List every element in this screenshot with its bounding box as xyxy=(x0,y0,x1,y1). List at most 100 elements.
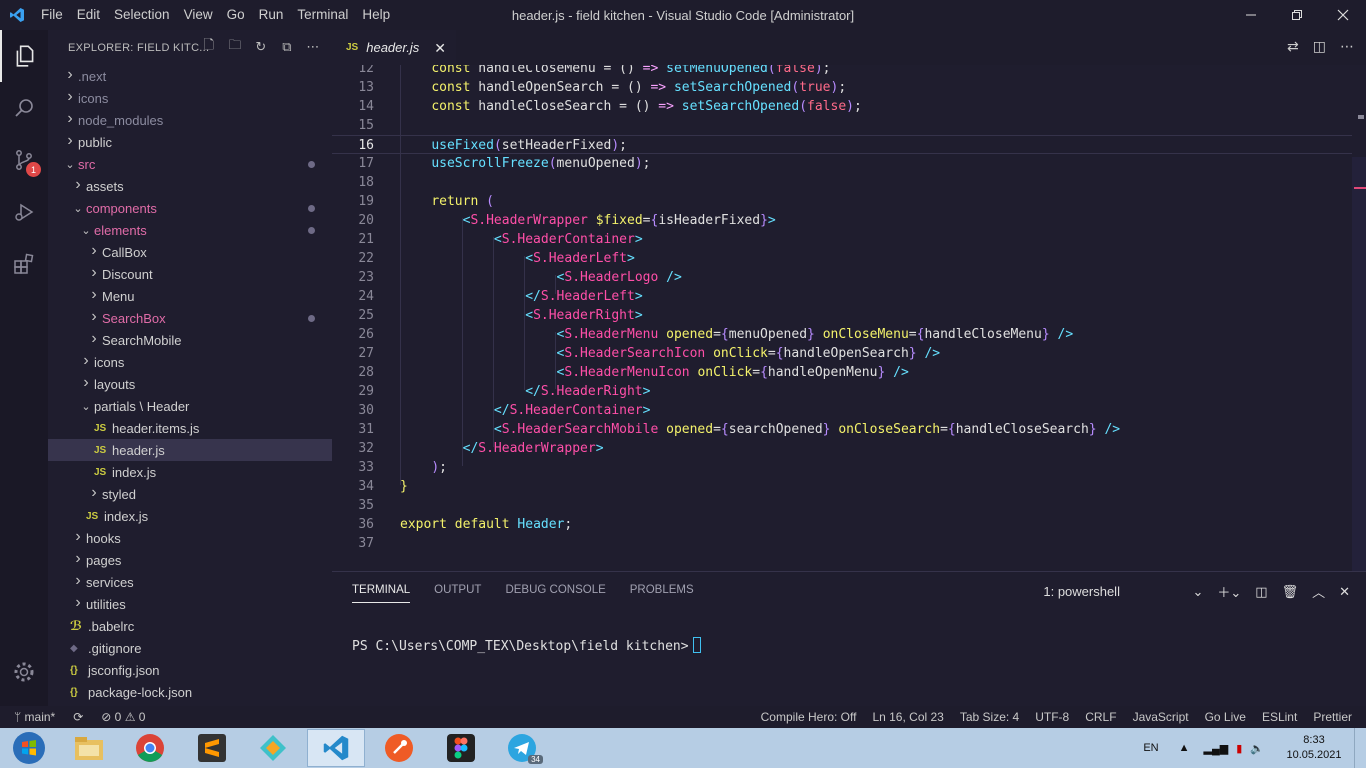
vscode-taskbar-icon[interactable] xyxy=(307,729,365,767)
trash-icon[interactable]: 🗑 xyxy=(1282,584,1299,600)
file-tree-file[interactable]: ◆ .gitignore xyxy=(48,637,332,659)
code-editor[interactable]: 12 const handleCloseMenu = () => setMenu… xyxy=(332,65,1366,571)
code-line[interactable]: 19 return ( xyxy=(332,192,1352,211)
code-line[interactable]: 16 useFixed(setHeaderFixed); xyxy=(332,135,1352,154)
file-tree-folder[interactable]: ⌄ components xyxy=(48,197,332,219)
terminal-select[interactable]: 1: powershell ⌄ xyxy=(1043,584,1203,600)
file-tree-folder[interactable]: › pages xyxy=(48,549,332,571)
code-line[interactable]: 28 <S.HeaderMenuIcon onClick={handleOpen… xyxy=(332,363,1352,382)
file-tree-file[interactable]: ℬ .babelrc xyxy=(48,615,332,637)
tab-size[interactable]: Tab Size: 4 xyxy=(960,710,1019,724)
code-line[interactable]: 30 </S.HeaderContainer> xyxy=(332,401,1352,420)
menu-selection[interactable]: Selection xyxy=(107,0,177,30)
file-tree-folder[interactable]: › utilities xyxy=(48,593,332,615)
line-ending[interactable]: CRLF xyxy=(1085,710,1116,724)
file-tree-folder[interactable]: › SearchMobile xyxy=(48,329,332,351)
extensions-icon[interactable] xyxy=(0,238,48,290)
file-tree-folder[interactable]: › CallBox xyxy=(48,241,332,263)
sublime-taskbar-icon[interactable] xyxy=(183,729,241,767)
show-hidden-icons-icon[interactable]: ▲ xyxy=(1179,742,1190,754)
code-line[interactable]: 12 const handleCloseMenu = () => setMenu… xyxy=(332,65,1352,78)
clock[interactable]: 8:33 10.05.2021 xyxy=(1274,733,1354,763)
code-line[interactable]: 25 <S.HeaderRight> xyxy=(332,306,1352,325)
file-tree-folder[interactable]: › styled xyxy=(48,483,332,505)
source-control-icon[interactable]: 1 xyxy=(0,134,48,186)
file-tree-file[interactable]: {} jsconfig.json xyxy=(48,659,332,681)
menu-file[interactable]: File xyxy=(34,0,70,30)
prettier-status[interactable]: Prettier xyxy=(1313,710,1352,724)
terminal-output[interactable]: PS C:\Users\COMP_TEX\Desktop\field kitch… xyxy=(352,637,701,654)
file-tree-file[interactable]: JS index.js xyxy=(48,505,332,527)
menu-run[interactable]: Run xyxy=(252,0,291,30)
menu-view[interactable]: View xyxy=(177,0,220,30)
file-tree-folder[interactable]: › icons xyxy=(48,351,332,373)
minimize-button[interactable] xyxy=(1228,0,1274,30)
code-line[interactable]: 35 xyxy=(332,496,1352,515)
file-tree-folder[interactable]: › .next xyxy=(48,65,332,87)
split-editor-icon[interactable]: ◫ xyxy=(1313,38,1326,55)
problems-indicator[interactable]: ⊘ 0 ⚠ 0 xyxy=(101,710,145,724)
file-tree-folder[interactable]: ⌄ partials \ Header xyxy=(48,395,332,417)
input-language[interactable]: EN xyxy=(1143,742,1158,754)
file-explorer-taskbar-icon[interactable] xyxy=(60,729,118,767)
code-line[interactable]: 29 </S.HeaderRight> xyxy=(332,382,1352,401)
file-tree-folder[interactable]: › layouts xyxy=(48,373,332,395)
file-tree-folder[interactable]: ⌄ src xyxy=(48,153,332,175)
menu-terminal[interactable]: Terminal xyxy=(290,0,355,30)
file-tree-folder[interactable]: › Menu xyxy=(48,285,332,307)
tab-header-js[interactable]: JS header.js ✕ xyxy=(332,30,456,65)
chrome-taskbar-icon[interactable] xyxy=(121,729,179,767)
cursor-position[interactable]: Ln 16, Col 23 xyxy=(872,710,943,724)
file-tree-folder[interactable]: › hooks xyxy=(48,527,332,549)
file-tree-file[interactable]: {} package-lock.json xyxy=(48,681,332,703)
maximize-panel-icon[interactable]: ︿ xyxy=(1312,582,1325,601)
start-button[interactable] xyxy=(0,729,58,767)
gitkraken-taskbar-icon[interactable] xyxy=(244,729,302,767)
code-line[interactable]: 14 const handleCloseSearch = () => setSe… xyxy=(332,97,1352,116)
code-line[interactable]: 22 <S.HeaderLeft> xyxy=(332,249,1352,268)
close-icon[interactable]: ✕ xyxy=(434,40,446,57)
file-tree-file[interactable]: JS header.js xyxy=(48,439,332,461)
code-line[interactable]: 23 <S.HeaderLogo /> xyxy=(332,268,1352,287)
menu-go[interactable]: Go xyxy=(220,0,252,30)
tab-terminal[interactable]: TERMINAL xyxy=(352,584,411,603)
menu-edit[interactable]: Edit xyxy=(70,0,107,30)
file-tree-folder[interactable]: › services xyxy=(48,571,332,593)
volume-icon[interactable]: 🔈 xyxy=(1250,742,1264,755)
file-tree-folder[interactable]: › public xyxy=(48,131,332,153)
eslint-status[interactable]: ESLint xyxy=(1262,710,1297,724)
more-actions-icon[interactable]: ⋯ xyxy=(304,38,322,56)
figma-taskbar-icon[interactable] xyxy=(432,729,490,767)
code-line[interactable]: 37 xyxy=(332,534,1352,553)
telegram-taskbar-icon[interactable]: 34 xyxy=(493,729,551,767)
code-line[interactable]: 13 const handleOpenSearch = () => setSea… xyxy=(332,78,1352,97)
file-tree-folder[interactable]: › icons xyxy=(48,87,332,109)
code-line[interactable]: 33 ); xyxy=(332,458,1352,477)
new-terminal-icon[interactable]: ＋⌄ xyxy=(1217,582,1241,601)
code-line[interactable]: 26 <S.HeaderMenu opened={menuOpened} onC… xyxy=(332,325,1352,344)
file-tree-folder[interactable]: › SearchBox xyxy=(48,307,332,329)
settings-gear-icon[interactable] xyxy=(0,646,48,698)
file-tree-folder[interactable]: › node_modules xyxy=(48,109,332,131)
encoding[interactable]: UTF-8 xyxy=(1035,710,1069,724)
branch-indicator[interactable]: ᛘ main* xyxy=(14,710,55,724)
file-tree-file[interactable]: JS header.items.js xyxy=(48,417,332,439)
editor-scrollbar[interactable] xyxy=(1352,157,1366,571)
code-line[interactable]: 34} xyxy=(332,477,1352,496)
code-line[interactable]: 20 <S.HeaderWrapper $fixed={isHeaderFixe… xyxy=(332,211,1352,230)
code-line[interactable]: 21 <S.HeaderContainer> xyxy=(332,230,1352,249)
split-terminal-icon[interactable]: ◫ xyxy=(1255,584,1267,600)
code-line[interactable]: 27 <S.HeaderSearchIcon onClick={handleOp… xyxy=(332,344,1352,363)
menu-help[interactable]: Help xyxy=(355,0,397,30)
close-window-button[interactable] xyxy=(1320,0,1366,30)
file-tree-folder[interactable]: › assets xyxy=(48,175,332,197)
open-changes-icon[interactable]: ⇄ xyxy=(1287,38,1299,55)
postman-taskbar-icon[interactable] xyxy=(370,729,428,767)
file-tree-folder[interactable]: › Discount xyxy=(48,263,332,285)
code-line[interactable]: 18 xyxy=(332,173,1352,192)
code-line[interactable]: 17 useScrollFreeze(menuOpened); xyxy=(332,154,1352,173)
tab-output[interactable]: OUTPUT xyxy=(434,584,481,596)
compile-hero-status[interactable]: Compile Hero: Off xyxy=(761,710,857,724)
code-line[interactable]: 31 <S.HeaderSearchMobile opened={searchO… xyxy=(332,420,1352,439)
file-tree-file[interactable]: JS index.js xyxy=(48,461,332,483)
